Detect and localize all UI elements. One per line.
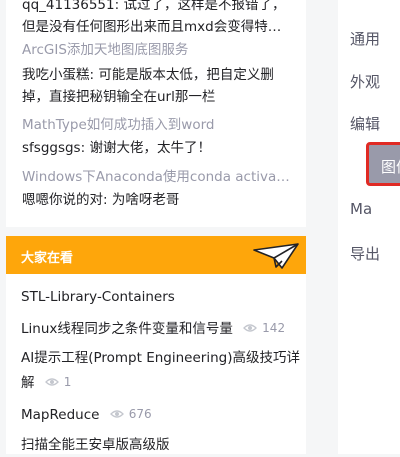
view-count: 142 <box>243 316 285 340</box>
comment-user[interactable]: qq_41136551 <box>22 0 115 13</box>
comment-body: 我吃小蛋糕: 可能是版本太低，把自定义删掉，直接把秘钥输全在url那一栏 <box>22 67 274 105</box>
comment-item[interactable]: MathType如何成功插入到word sfsggsgs: 谢谢大佬，太牛了！ <box>22 116 294 159</box>
comment-user[interactable]: sfsggsgs <box>22 140 81 156</box>
comment-user[interactable]: 嗯嗯你说的对 <box>22 192 103 208</box>
eye-icon <box>44 378 59 386</box>
eye-icon <box>243 324 258 332</box>
recent-comments-card: qq_41136551: 试过了，这样是不报错了，但是没有任何图形出来而且mxd… <box>6 0 306 227</box>
comment-item[interactable]: ArcGIS添加天地图底图服务 我吃小蛋糕: 可能是版本太低，把自定义删掉，直接… <box>22 41 294 108</box>
eye-icon <box>109 410 124 418</box>
trending-title: 大家在看 <box>21 251 74 266</box>
trending-item[interactable]: MapReduce 676 <box>21 402 301 427</box>
trending-item-title[interactable]: STL-Library-Containers <box>21 289 175 305</box>
trending-item-title[interactable]: 扫描全能王安卓版高级版 <box>21 437 170 453</box>
nav-item-edit[interactable]: 编辑 <box>350 113 380 134</box>
nav-item-ma[interactable]: Ma <box>350 200 372 218</box>
comment-article-title[interactable]: ArcGIS添加天地图底图服务 <box>22 41 294 59</box>
comment-article-title[interactable]: Windows下Anaconda使用conda activate… <box>22 168 294 186</box>
trending-item[interactable]: 扫描全能王安卓版高级版 <box>21 433 301 457</box>
comment-body: 嗯嗯你说的对: 为啥呀老哥 <box>22 192 180 208</box>
paper-plane-icon <box>253 243 299 269</box>
view-count: 676 <box>109 402 152 426</box>
comment-text: 谢谢大佬，太牛了！ <box>89 140 211 156</box>
view-count-value: 676 <box>128 407 152 421</box>
trending-item-title[interactable]: MapReduce <box>21 407 99 423</box>
nav-item-export[interactable]: 导出 <box>350 243 380 264</box>
trending-item-title[interactable]: Linux线程同步之条件变量和信号量 <box>21 321 233 337</box>
left-sidebar: qq_41136551: 试过了，这样是不报错了，但是没有任何图形出来而且mxd… <box>0 0 306 454</box>
view-count-value: 142 <box>262 321 286 335</box>
trending-item[interactable]: STL-Library-Containers <box>21 285 301 309</box>
comment-body: sfsggsgs: 谢谢大佬，太牛了！ <box>22 140 211 156</box>
comment-body: qq_41136551: 试过了，这样是不报错了，但是没有任何图形出来而且mxd… <box>22 0 294 38</box>
trending-header: 大家在看 <box>6 236 306 274</box>
comment-text: 为啥呀老哥 <box>111 192 180 208</box>
comment-item[interactable]: qq_41136551: 试过了，这样是不报错了，但是没有任何图形出来而且mxd… <box>22 0 294 38</box>
comment-item[interactable]: Windows下Anaconda使用conda activate… 嗯嗯你说的对… <box>22 168 294 211</box>
comment-user[interactable]: 我吃小蛋糕 <box>22 67 90 83</box>
trending-item[interactable]: Linux线程同步之条件变量和信号量 142 <box>21 316 301 341</box>
view-count-value: 1 <box>63 375 72 389</box>
nav-item-general[interactable]: 通用 <box>350 28 380 49</box>
settings-nav: 通用 外观 编辑 图像 Ma 导出 <box>338 0 400 454</box>
nav-item-image-label: 图像 <box>381 158 400 176</box>
view-count: 1 <box>44 370 72 394</box>
nav-item-appearance[interactable]: 外观 <box>350 71 380 92</box>
nav-item-image-active[interactable]: 图像 <box>366 142 400 186</box>
comment-article-title[interactable]: MathType如何成功插入到word <box>22 116 294 134</box>
trending-item[interactable]: AI提示工程(Prompt Engineering)高级技巧详解 1 <box>21 346 301 395</box>
trending-card: 大家在看 STL-Library-Containers Linux线程同步之条件… <box>6 236 306 454</box>
